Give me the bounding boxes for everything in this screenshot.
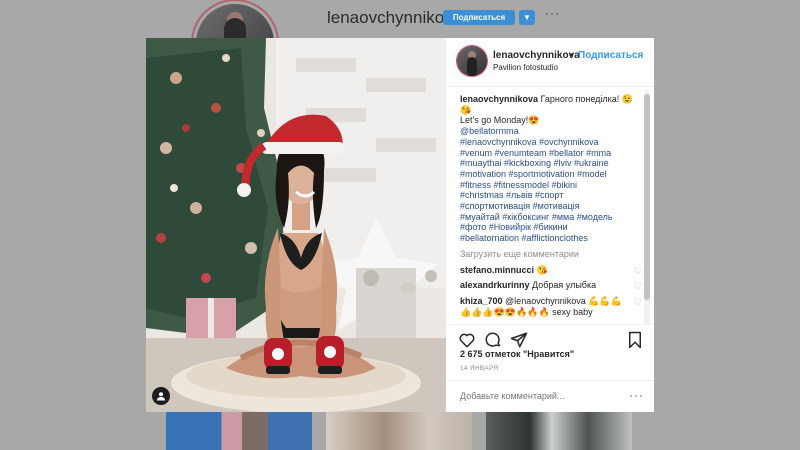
- grid-thumbnail[interactable]: [486, 412, 632, 450]
- hashtag-line[interactable]: #venum #venumteam #bellator #mma: [460, 148, 611, 158]
- hashtag-line[interactable]: #fitness #fitnessmodel #bikini: [460, 180, 577, 190]
- comment-item: alexandrkurinny Добрая улыбка ♡: [460, 280, 642, 291]
- likes-count[interactable]: 2 675 отметок "Нравится": [460, 349, 574, 359]
- load-more-comments[interactable]: Загрузить еще комментарии: [460, 249, 642, 260]
- comment-username[interactable]: alexandrkurinny: [460, 280, 530, 290]
- profile-header: lenaovchynnikova Подписаться ▼ ···: [0, 0, 800, 82]
- comment-item: khiza_700 @lenaovchynnikova 💪💪💪👍👍👍😍😍🔥🔥🔥 …: [460, 296, 642, 317]
- caption: lenaovchynnikova Гарного понеділка! 😉😘 L…: [460, 94, 642, 244]
- comment-text: 😘: [536, 264, 548, 275]
- chevron-down-icon[interactable]: ▼: [519, 10, 535, 25]
- profile-username: lenaovchynnikova: [327, 8, 463, 27]
- comment-item: stefano.minnucci 😘 ♡: [460, 265, 642, 276]
- post-avatar[interactable]: [457, 46, 487, 76]
- grid-thumbnail[interactable]: [166, 412, 312, 450]
- user-tag-icon[interactable]: [152, 387, 170, 405]
- post-photo[interactable]: [146, 38, 446, 412]
- bookmark-icon[interactable]: [626, 331, 644, 349]
- post-date[interactable]: 14 ЯНВАРЯ: [460, 365, 498, 372]
- comment-input[interactable]: [460, 391, 620, 401]
- post-location[interactable]: Pavilion fotostudio: [493, 63, 558, 72]
- comment-username[interactable]: stefano.minnucci: [460, 265, 534, 275]
- comments-list[interactable]: lenaovchynnikova Гарного понеділка! 😉😘 L…: [460, 94, 642, 352]
- post-follow-link[interactable]: Подписаться: [578, 50, 643, 61]
- hashtag-line[interactable]: #спортмотивація #мотивація: [460, 201, 580, 211]
- hashtag-line[interactable]: #motivation #sportmotivation #model: [460, 169, 607, 179]
- comment-bubble-icon[interactable]: [484, 331, 502, 349]
- hashtag-line[interactable]: #bellatornation #afflictionclothes: [460, 233, 588, 243]
- comment-more-button[interactable]: ···: [629, 388, 644, 402]
- comment-text: Добрая улыбка: [532, 280, 597, 291]
- hashtag-line[interactable]: #muaythai #kickboxing #lviv #ukraine: [460, 158, 609, 168]
- profile-more-button[interactable]: ···: [545, 6, 560, 20]
- hashtag-line[interactable]: #christmas #львів #спорт: [460, 190, 563, 200]
- separator-dot: •: [570, 50, 574, 61]
- hashtag-line[interactable]: @bellatormma: [460, 126, 519, 136]
- small-heart-icon[interactable]: ♡: [634, 266, 642, 277]
- small-heart-icon[interactable]: ♡: [634, 281, 642, 292]
- hashtag-line[interactable]: #фото #Новийрік #бикини: [460, 222, 568, 232]
- profile-follow-button[interactable]: Подписаться: [443, 10, 515, 25]
- comment-username[interactable]: khiza_700: [460, 296, 503, 306]
- caption-line: Let's go Monday!😍: [460, 115, 540, 126]
- post-side-panel: lenaovchynnikova • Подписаться Pavilion …: [446, 38, 654, 412]
- heart-icon[interactable]: [458, 331, 476, 349]
- comments-scrollbar[interactable]: [644, 90, 650, 348]
- hashtag-line[interactable]: #lenaovchynnikova #ovchynnikova: [460, 137, 599, 147]
- share-arrow-icon[interactable]: [510, 331, 528, 349]
- hashtag-line[interactable]: #муайтай #кікбоксинг #мма #модель: [460, 212, 613, 222]
- post-username[interactable]: lenaovchynnikova: [493, 50, 580, 61]
- small-heart-icon[interactable]: ♡: [634, 297, 642, 308]
- caption-username[interactable]: lenaovchynnikova: [460, 94, 538, 104]
- post-header: lenaovchynnikova • Подписаться Pavilion …: [446, 38, 654, 87]
- grid-thumbnail[interactable]: [326, 412, 472, 450]
- add-comment-section: ···: [446, 380, 654, 413]
